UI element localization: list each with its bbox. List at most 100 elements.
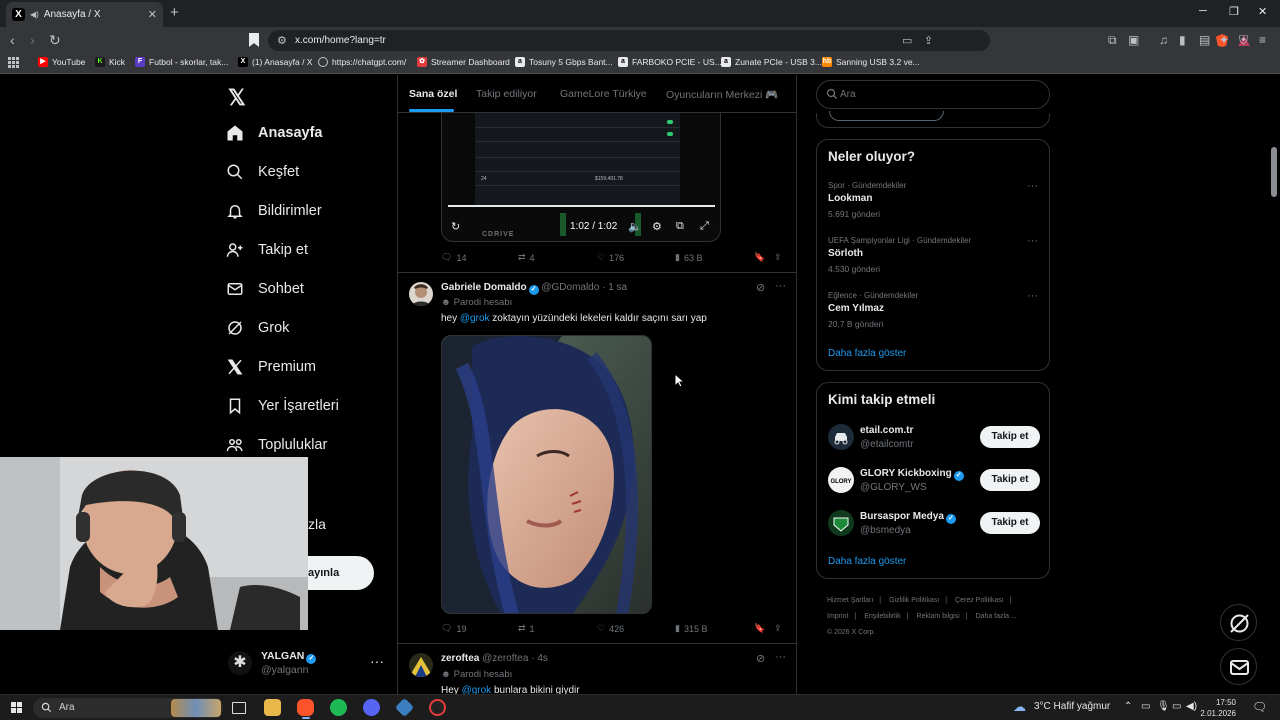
back-button[interactable]: ‹ (10, 33, 15, 47)
sidebar-icon[interactable]: ▮ (1179, 33, 1186, 47)
like-button[interactable]: ♡ 426 (597, 623, 624, 634)
reload-button[interactable]: ↻ (49, 33, 61, 47)
more-options-icon[interactable]: ··· (370, 653, 384, 669)
suggested-account-name[interactable]: GLORY Kickboxing (860, 468, 952, 479)
start-button[interactable] (11, 702, 22, 713)
tray-chevron-icon[interactable]: ⌃ (1124, 701, 1132, 712)
account-switcher[interactable]: ✱ YALGAN ✓ @yalgann ··· (222, 645, 387, 685)
follow-button[interactable]: Takip et (980, 512, 1040, 534)
avatar[interactable] (828, 424, 854, 450)
repost-button[interactable]: ⇄ 1 (518, 623, 535, 634)
post-author-name[interactable]: Gabriele Domaldo (441, 282, 527, 293)
messages-floating-button[interactable] (1220, 648, 1257, 685)
restore-button[interactable]: ❐ (1229, 5, 1239, 18)
avatar[interactable] (409, 282, 433, 306)
nav-more-partial-label[interactable]: zla (308, 516, 326, 532)
footer-link[interactable]: Hizmet Şartları (827, 597, 873, 604)
extensions-icon[interactable]: ⧉ (1108, 33, 1117, 48)
more-options-icon[interactable]: ··· (1027, 180, 1038, 192)
task-view-icon[interactable] (232, 702, 246, 714)
leo-ai-icon[interactable]: ✦ (1219, 33, 1229, 47)
grok-floating-button[interactable] (1220, 604, 1257, 641)
avatar[interactable] (828, 510, 854, 536)
tab-close-icon[interactable]: ✕ (148, 8, 157, 21)
post-time[interactable]: · 1 sa (602, 282, 627, 293)
settings-icon[interactable]: ⚙ (652, 220, 662, 233)
bookmark-futbol[interactable]: F Futbol - skorlar, tak... (135, 57, 228, 67)
show-more-follow-link[interactable]: Daha fazla göster (828, 556, 906, 567)
replay-icon[interactable]: ↻ (451, 220, 460, 233)
discord-icon[interactable] (363, 699, 380, 716)
post-image[interactable] (441, 335, 652, 614)
media-icon[interactable]: ♫ (1159, 33, 1168, 47)
nav-explore[interactable]: Keşfet (226, 163, 299, 181)
more-options-icon[interactable]: ··· (775, 651, 786, 663)
search-input[interactable]: Ara (816, 80, 1050, 109)
nav-notifications[interactable]: Bildirimler (226, 202, 322, 220)
post-time[interactable]: · 4s (531, 653, 548, 664)
footer-link[interactable]: Çerez Politikası (955, 597, 1004, 604)
trend-name[interactable]: Lookman (828, 193, 872, 204)
nav-follow[interactable]: Takip et (226, 241, 308, 259)
suggested-account-name[interactable]: etail.com.tr (860, 425, 913, 436)
share-post-icon[interactable]: ⇪ (774, 623, 782, 634)
reply-button[interactable]: 🗨 14 (441, 252, 466, 263)
bookmark-sanning[interactable]: hb Sanning USB 3.2 ve... (822, 57, 920, 67)
bookmark-x[interactable]: X (1) Anasayfa / X (238, 57, 312, 67)
brave-browser-icon[interactable] (297, 699, 314, 716)
follow-button[interactable]: Takip et (980, 426, 1040, 448)
mention-link[interactable]: @grok (462, 685, 492, 694)
app-icon[interactable] (394, 697, 415, 718)
minimize-button[interactable]: ─ (1199, 5, 1207, 17)
scrollbar-thumb[interactable] (1271, 147, 1277, 197)
bookmark-youtube[interactable]: ▶ YouTube (38, 57, 85, 67)
clock[interactable]: 17:50 2.01.2026 (1196, 697, 1236, 719)
tab-following[interactable]: Takip ediliyor (476, 88, 537, 100)
apps-grid-icon[interactable] (8, 57, 19, 68)
taskbar-search[interactable]: Ara (33, 698, 223, 718)
video-progress-bar[interactable] (448, 205, 715, 207)
bookmark-zunate[interactable]: a Zunate PCIe - USB 3... (721, 57, 822, 67)
more-options-icon[interactable]: ··· (775, 280, 786, 292)
bookmark-page-icon[interactable] (249, 33, 259, 47)
nav-premium[interactable]: Premium (226, 358, 316, 376)
wallet-icon[interactable]: ▤ (1199, 33, 1210, 47)
post-author-handle[interactable]: @zeroftea (482, 653, 528, 664)
post-author-handle[interactable]: @GDomaldo (541, 282, 599, 293)
show-more-trends-link[interactable]: Daha fazla göster (828, 348, 906, 359)
nav-communities[interactable]: Topluluklar (226, 436, 327, 454)
spotify-icon[interactable] (330, 699, 347, 716)
grok-icon[interactable]: ⊘ (756, 281, 765, 294)
network-icon[interactable]: ▭ (1172, 701, 1181, 712)
menu-icon[interactable]: ≡ (1259, 33, 1266, 47)
follow-button[interactable]: Takip et (980, 469, 1040, 491)
weather-text[interactable]: 3°C Hafif yağmur (1034, 701, 1110, 712)
footer-link[interactable]: Imprint (827, 613, 848, 620)
views-button[interactable]: ▮ 63 B (675, 252, 702, 263)
more-options-icon[interactable]: ··· (1027, 235, 1038, 247)
volume-icon[interactable]: 🔈 (628, 220, 642, 233)
mention-link[interactable]: @grok (460, 313, 490, 324)
file-explorer-icon[interactable] (264, 699, 281, 716)
like-button[interactable]: ♡ 176 (597, 252, 624, 263)
x-logo-icon[interactable]: 𝕏 (228, 85, 246, 111)
nav-chat[interactable]: Sohbet (226, 280, 304, 298)
footer-link[interactable]: Daha fazla ... (976, 613, 1017, 620)
new-tab-button[interactable]: + (170, 4, 179, 21)
notifications-icon[interactable]: 🗨 (1252, 700, 1267, 714)
url-text[interactable]: x.com/home?lang=tr (295, 35, 386, 46)
bookmark-post-icon[interactable]: 🔖 (754, 623, 765, 634)
share-icon[interactable]: ⇪ (924, 34, 933, 47)
browser-tab-active[interactable]: X ◀) Anasayfa / X ✕ (6, 2, 163, 27)
trend-name[interactable]: Cem Yılmaz (828, 303, 884, 314)
avatar[interactable] (409, 653, 433, 677)
screenshot-icon[interactable]: ▣ (1128, 33, 1139, 47)
reply-button[interactable]: 🗨 19 (441, 623, 466, 634)
cast-icon[interactable]: ▭ (902, 34, 912, 47)
tab-for-you[interactable]: Sana özel (409, 88, 457, 100)
nav-home[interactable]: Anasayfa (226, 124, 322, 142)
tray-app-icon[interactable]: ▭ (1141, 701, 1150, 712)
suggested-account-name[interactable]: Bursaspor Medya (860, 511, 944, 522)
more-options-icon[interactable]: ··· (1027, 290, 1038, 302)
share-post-icon[interactable]: ⇪ (774, 252, 782, 263)
